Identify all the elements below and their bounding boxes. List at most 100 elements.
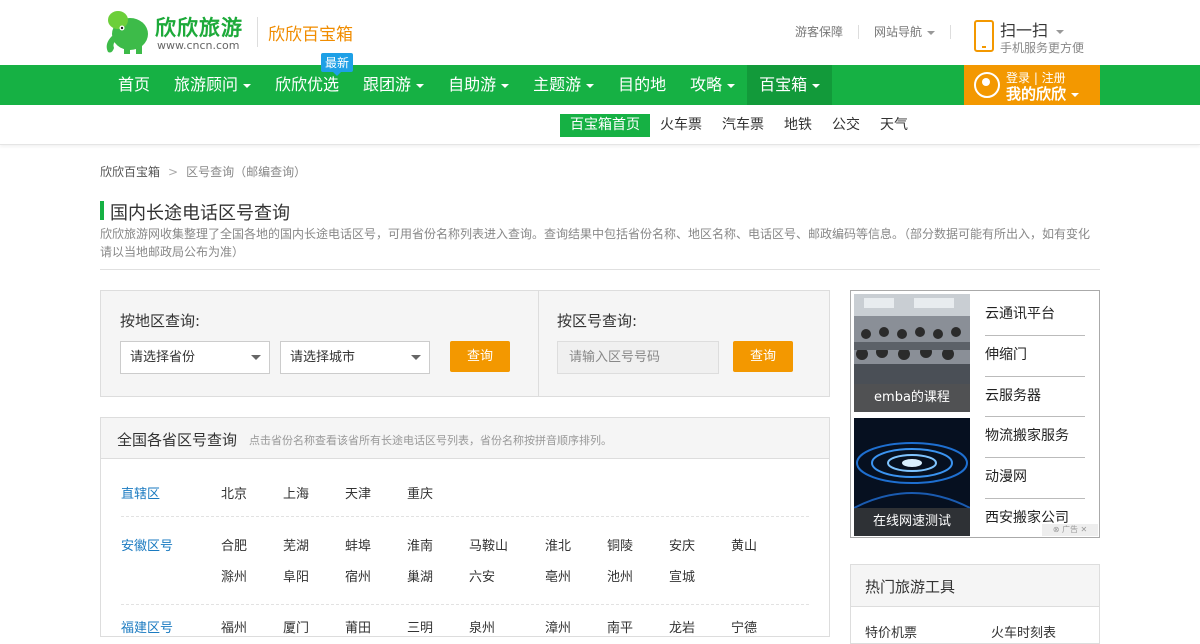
province-link[interactable]: 福建区号 <box>121 617 173 636</box>
city-link[interactable]: 宁德 <box>731 617 757 636</box>
travel-tools-panel: 热门旅游工具 特价机票 火车时刻表 <box>850 564 1100 644</box>
city-link[interactable]: 合肥 <box>221 535 247 554</box>
chevron-down-icon <box>243 83 252 88</box>
nav-item[interactable]: 主题游 <box>521 65 606 105</box>
city-link[interactable]: 滁州 <box>221 566 247 585</box>
subnav-item[interactable]: 天气 <box>870 114 918 137</box>
city-link[interactable]: 铜陵 <box>607 535 633 554</box>
ad-image-speedtest[interactable]: 在线网速测试 <box>854 418 970 536</box>
ad-link[interactable]: 动漫网 <box>985 458 1085 499</box>
nav-item[interactable]: 首页 <box>106 65 162 105</box>
chevron-down-icon <box>1056 29 1065 34</box>
province-select[interactable]: 请选择省份 <box>120 341 270 374</box>
nav-item[interactable]: 跟团游 <box>351 65 436 105</box>
top-link-divider <box>858 24 860 39</box>
subnav-item[interactable]: 汽车票 <box>712 114 774 137</box>
search-divider <box>538 291 539 396</box>
chevron-down-icon <box>927 30 936 35</box>
guarantee-link[interactable]: 游客保障 <box>795 23 843 40</box>
city-link[interactable]: 池州 <box>607 566 633 585</box>
nav-item[interactable]: 百宝箱 <box>747 65 833 105</box>
city-link[interactable]: 黄山 <box>731 535 757 554</box>
breadcrumb-home[interactable]: 欣欣百宝箱 <box>100 165 160 179</box>
login-button[interactable]: 登录 | 注册 我的欣欣 <box>964 65 1100 105</box>
breadcrumb-current: 区号查询（邮编查询） <box>186 165 307 179</box>
top-links: 游客保障 网站导航 <box>795 23 952 40</box>
province-link[interactable]: 安徽区号 <box>121 535 173 554</box>
nav-item[interactable]: 目的地 <box>606 65 678 105</box>
ad-link[interactable]: 伸缩门 <box>985 336 1085 377</box>
tool-link[interactable]: 特价机票 <box>865 622 917 641</box>
city-link[interactable]: 阜阳 <box>283 566 309 585</box>
nav-item[interactable]: 自助游 <box>436 65 521 105</box>
city-link[interactable]: 漳州 <box>545 617 571 636</box>
city-link[interactable]: 六安 <box>469 566 495 585</box>
nav-item-label: 自助游 <box>448 75 497 94</box>
ad-close-icon[interactable]: ⊗ 广告 ✕ <box>1042 524 1098 536</box>
city-link[interactable]: 厦门 <box>283 617 309 636</box>
city-link[interactable]: 龙岩 <box>669 617 695 636</box>
city-link[interactable]: 天津 <box>345 483 371 502</box>
city-link[interactable]: 重庆 <box>407 483 433 502</box>
code-query-button[interactable]: 查询 <box>733 341 793 372</box>
chevron-down-icon <box>727 83 736 88</box>
city-link[interactable]: 泉州 <box>469 617 495 636</box>
city-link[interactable]: 淮北 <box>545 535 571 554</box>
ad-link[interactable]: 云服务器 <box>985 377 1085 418</box>
main-nav: 最新 首页 旅游顾问 欣欣优选 跟团游 自助游 主题游 目的地 攻略 百宝箱 登录 | 注册 我… <box>0 53 1200 105</box>
nav-item[interactable]: 攻略 <box>678 65 747 105</box>
my-account-text: 我的欣欣 <box>1006 85 1067 103</box>
city-link[interactable]: 北京 <box>221 483 247 502</box>
top-header: 欣欣旅游 www.cncn.com 欣欣百宝箱 游客保障 网站导航 扫一扫 手机… <box>0 0 1200 65</box>
code-search-label: 按区号查询: <box>557 312 638 330</box>
nav-items: 首页 旅游顾问 欣欣优选 跟团游 自助游 主题游 目的地 攻略 百宝箱 <box>106 65 833 105</box>
ad-link[interactable]: 物流搬家服务 <box>985 417 1085 459</box>
page-title: 国内长途电话区号查询 <box>110 203 290 224</box>
scan-subtitle: 手机服务更方便 <box>1000 41 1085 55</box>
city-link[interactable]: 宿州 <box>345 566 371 585</box>
ad-links: 云通讯平台 伸缩门 云服务器 物流搬家服务 动漫网 西安搬家公司 <box>985 295 1085 540</box>
ad-link[interactable]: 云通讯平台 <box>985 295 1085 336</box>
city-link[interactable]: 莆田 <box>345 617 371 636</box>
city-link[interactable]: 南平 <box>607 617 633 636</box>
city-link[interactable]: 亳州 <box>545 566 571 585</box>
city-link[interactable]: 宣城 <box>669 566 695 585</box>
site-subtitle[interactable]: 欣欣百宝箱 <box>268 20 353 45</box>
nav-item[interactable]: 旅游顾问 <box>162 65 263 105</box>
city-link[interactable]: 巢湖 <box>407 566 433 585</box>
city-link[interactable]: 芜湖 <box>283 535 309 554</box>
chevron-down-icon <box>416 83 425 88</box>
subnav-item[interactable]: 火车票 <box>650 114 712 137</box>
site-nav-label: 网站导航 <box>874 25 923 39</box>
site-nav-link[interactable]: 网站导航 <box>874 23 936 40</box>
brand-name[interactable]: 欣欣旅游 <box>155 12 243 42</box>
ad-caption: 在线网速测试 <box>854 508 970 536</box>
nav-item-label: 主题游 <box>533 75 582 94</box>
logo-divider <box>257 17 258 47</box>
city-link[interactable]: 马鞍山 <box>469 535 508 554</box>
province-list-note: 点击省份名称查看该省所有长途电话区号列表，省份名称按拼音顺序排列。 <box>249 434 612 447</box>
city-link[interactable]: 安庆 <box>669 535 695 554</box>
scan-title[interactable]: 扫一扫 <box>1000 17 1065 41</box>
chevron-down-icon <box>501 83 510 88</box>
area-code-input[interactable]: 请输入区号号码 <box>557 341 719 374</box>
region-query-button[interactable]: 查询 <box>450 341 510 372</box>
tool-link[interactable]: 火车时刻表 <box>991 622 1056 641</box>
city-link[interactable]: 三明 <box>407 617 433 636</box>
subnav-items: 百宝箱首页 火车票 汽车票 地铁 公交 天气 <box>560 114 918 137</box>
new-badge: 最新 <box>321 53 354 76</box>
subnav-item[interactable]: 地铁 <box>774 114 822 137</box>
city-link[interactable]: 淮南 <box>407 535 433 554</box>
province-list-title: 全国各省区号查询 <box>117 431 238 449</box>
subnav-item[interactable]: 公交 <box>822 114 870 137</box>
city-link[interactable]: 蚌埠 <box>345 535 371 554</box>
top-link-divider <box>950 24 952 39</box>
ad-caption: emba的课程 <box>854 384 970 412</box>
province-link[interactable]: 直辖区 <box>121 483 160 502</box>
title-accent <box>100 201 104 220</box>
city-select[interactable]: 请选择城市 <box>280 341 430 374</box>
subnav-item[interactable]: 百宝箱首页 <box>560 114 650 137</box>
city-link[interactable]: 福州 <box>221 617 247 636</box>
ad-image-classroom[interactable]: emba的课程 <box>854 294 970 412</box>
city-link[interactable]: 上海 <box>283 483 309 502</box>
